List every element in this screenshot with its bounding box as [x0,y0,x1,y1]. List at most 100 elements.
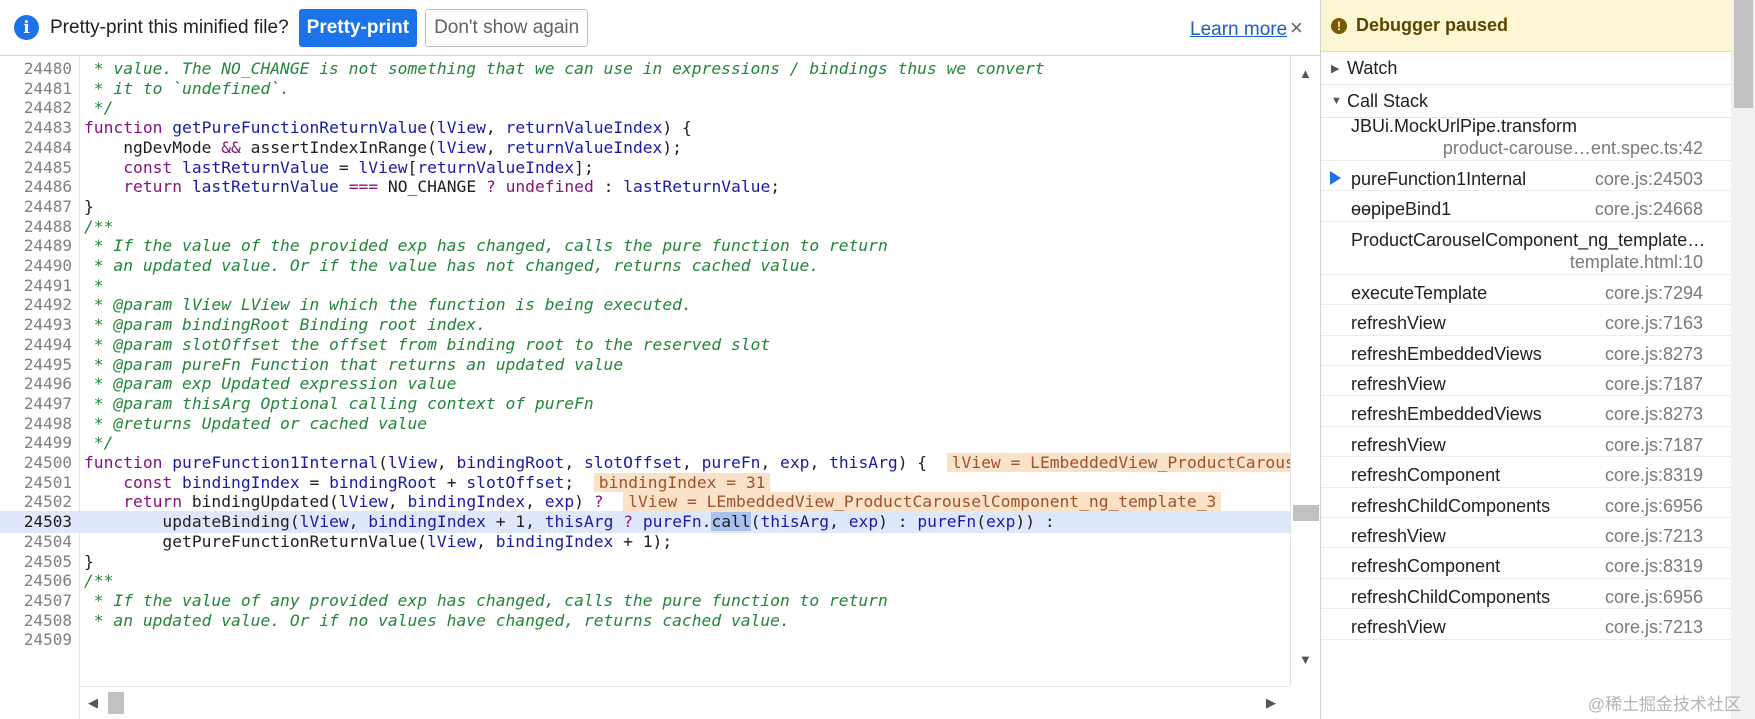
line-number[interactable]: 24493 [0,314,72,336]
horizontal-scrollbar[interactable]: ◀ ▶ [80,686,1290,719]
code-line[interactable]: 24509 [0,629,1290,651]
code-line[interactable]: 24494 * @param slotOffset the offset fro… [0,334,1290,356]
code-line[interactable]: 24499 */ [0,432,1290,454]
call-frame[interactable]: refreshComponent core.js:8319 [1321,548,1731,579]
call-frame-name: ɵɵpipeBind1 [1351,199,1452,220]
code-line[interactable]: 24507 * If the value of any provided exp… [0,590,1290,612]
call-frame[interactable]: refreshEmbeddedViews core.js:8273 [1321,396,1731,427]
line-number[interactable]: 24492 [0,294,72,316]
call-frame[interactable]: refreshView core.js:7213 [1321,518,1731,549]
code-line[interactable]: 24490 * an updated value. Or if the valu… [0,255,1290,277]
code-line[interactable]: 24498 * @returns Updated or cached value [0,413,1290,435]
line-number[interactable]: 24482 [0,97,72,119]
scroll-down-icon[interactable]: ▼ [1299,652,1312,667]
execution-line[interactable]: 24503 updateBinding(lView, bindingIndex … [0,511,1290,534]
line-number[interactable]: 24495 [0,354,72,376]
call-frame[interactable]: refreshView core.js:7213 [1321,609,1731,640]
code-line[interactable]: 24483 function getPureFunctionReturnValue… [0,117,1290,139]
code-line[interactable]: 24480 * value. The NO_CHANGE is not some… [0,58,1290,80]
code-line[interactable]: 24486 return lastReturnValue === NO_CHAN… [0,176,1290,198]
pretty-print-button[interactable]: Pretty-print [298,8,418,47]
code-line[interactable]: 24500 function pureFunction1Internal(lVie… [0,452,1320,474]
line-code: * @returns Updated or cached value [84,413,427,435]
line-number[interactable]: 24486 [0,176,72,198]
call-frame[interactable]: ɵɵpipeBind1 core.js:24668 [1321,191,1731,222]
code-token: bindingRoot [329,472,437,492]
call-frame[interactable]: JBUi.MockUrlPipe.transform product-carous… [1321,108,1731,161]
line-number[interactable]: 24498 [0,413,72,435]
code-line[interactable]: 24482 */ [0,97,1290,119]
call-frame[interactable]: refreshView core.js:7187 [1321,427,1731,458]
call-frame[interactable]: executeTemplate core.js:7294 [1321,275,1731,306]
code-line[interactable]: 24501 const bindingIndex = bindingRoot +… [0,472,1290,494]
line-number[interactable]: 24509 [0,629,72,651]
close-icon[interactable]: × [1290,15,1303,41]
line-number[interactable]: 24506 [0,570,72,592]
code-token: ); [662,137,682,157]
hscroll-thumb[interactable] [108,692,124,714]
line-number[interactable]: 24502 [0,491,72,513]
line-number[interactable]: 24480 [0,58,72,80]
call-frame[interactable]: refreshEmbeddedViews core.js:8273 [1321,336,1731,366]
call-frame[interactable]: refreshView core.js:7187 [1321,366,1731,397]
line-number[interactable]: 24484 [0,137,72,159]
code-token: } [84,196,94,216]
code-line[interactable]: 24491 * [0,275,1290,297]
call-frame[interactable]: pureFunction1Internal core.js:24503 [1321,161,1731,192]
code-line[interactable]: 24505} [0,551,1290,573]
line-number[interactable]: 24501 [0,472,72,494]
call-frame[interactable]: refreshChildComponents core.js:6956 [1321,488,1731,518]
code-line[interactable]: 24485 const lastReturnValue = lView[retu… [0,157,1290,179]
line-number[interactable]: 24496 [0,373,72,395]
line-number[interactable]: 24504 [0,531,72,553]
sidebar-scrollbar[interactable] [1731,0,1755,719]
line-code: updateBinding(lView, bindingIndex + 1, t… [84,511,1055,533]
scroll-right-icon[interactable]: ▶ [1266,695,1276,711]
scroll-thumb[interactable] [1293,505,1319,521]
line-number[interactable]: 24503 [0,511,72,533]
scroll-left-icon[interactable]: ◀ [88,695,98,711]
code-line[interactable]: 24481 * it to `undefined`. [0,78,1290,100]
sidebar-scroll-thumb[interactable] [1734,0,1753,108]
learn-more-link[interactable]: Learn more [1190,19,1287,41]
call-frame[interactable]: refreshComponent core.js:8319 [1321,457,1731,488]
line-number[interactable]: 24487 [0,196,72,218]
code-line[interactable]: 24504 getPureFunctionReturnValue(lView, … [0,531,1290,553]
code-line[interactable]: 24502 return bindingUpdated(lView, bindi… [0,491,1290,513]
code-line[interactable]: 24496 * @param exp Updated expression va… [0,373,1290,395]
code-line[interactable]: 24484 ngDevMode && assertIndexInRange(lV… [0,137,1290,159]
line-number[interactable]: 24499 [0,432,72,454]
line-number[interactable]: 24489 [0,235,72,257]
code-line[interactable]: 24493 * @param bindingRoot Binding root … [0,314,1290,336]
code-editor[interactable]: 24480 * value. The NO_CHANGE is not some… [0,56,1320,719]
watch-section-header[interactable]: ▶ Watch [1321,52,1731,85]
code-token: = [329,157,359,177]
code-line[interactable]: 24497 * @param thisArg Optional calling … [0,393,1290,415]
code-line[interactable]: 24506 /** [0,570,1290,592]
vertical-scrollbar[interactable]: ▲ ▼ [1290,56,1320,686]
call-frame[interactable]: refreshChildComponents core.js:6956 [1321,579,1731,610]
call-frame[interactable]: refreshView core.js:7163 [1321,305,1731,336]
line-number[interactable]: 24490 [0,255,72,277]
line-number[interactable]: 24507 [0,590,72,612]
code-line[interactable]: 24508 * an updated value. Or if no value… [0,610,1290,632]
code-token: call [711,512,751,532]
line-number[interactable]: 24483 [0,117,72,139]
call-frame[interactable]: ProductCarouselComponent_ng_template… tem… [1321,222,1731,275]
code-line[interactable]: 24488 /** [0,216,1290,238]
dont-show-again-button[interactable]: Don't show again [425,8,589,47]
line-number[interactable]: 24485 [0,157,72,179]
line-number[interactable]: 24481 [0,78,72,100]
code-line[interactable]: 24492 * @param lView LView in which the … [0,294,1290,316]
code-line[interactable]: 24495 * @param pureFn Function that retu… [0,354,1290,376]
line-number[interactable]: 24500 [0,452,72,474]
line-number[interactable]: 24488 [0,216,72,238]
code-line[interactable]: 24487} [0,196,1290,218]
line-number[interactable]: 24508 [0,610,72,632]
code-line[interactable]: 24489 * If the value of the provided exp… [0,235,1290,257]
scroll-up-icon[interactable]: ▲ [1299,66,1312,81]
line-number[interactable]: 24497 [0,393,72,415]
line-number[interactable]: 24494 [0,334,72,356]
line-number[interactable]: 24491 [0,275,72,297]
line-number[interactable]: 24505 [0,551,72,573]
